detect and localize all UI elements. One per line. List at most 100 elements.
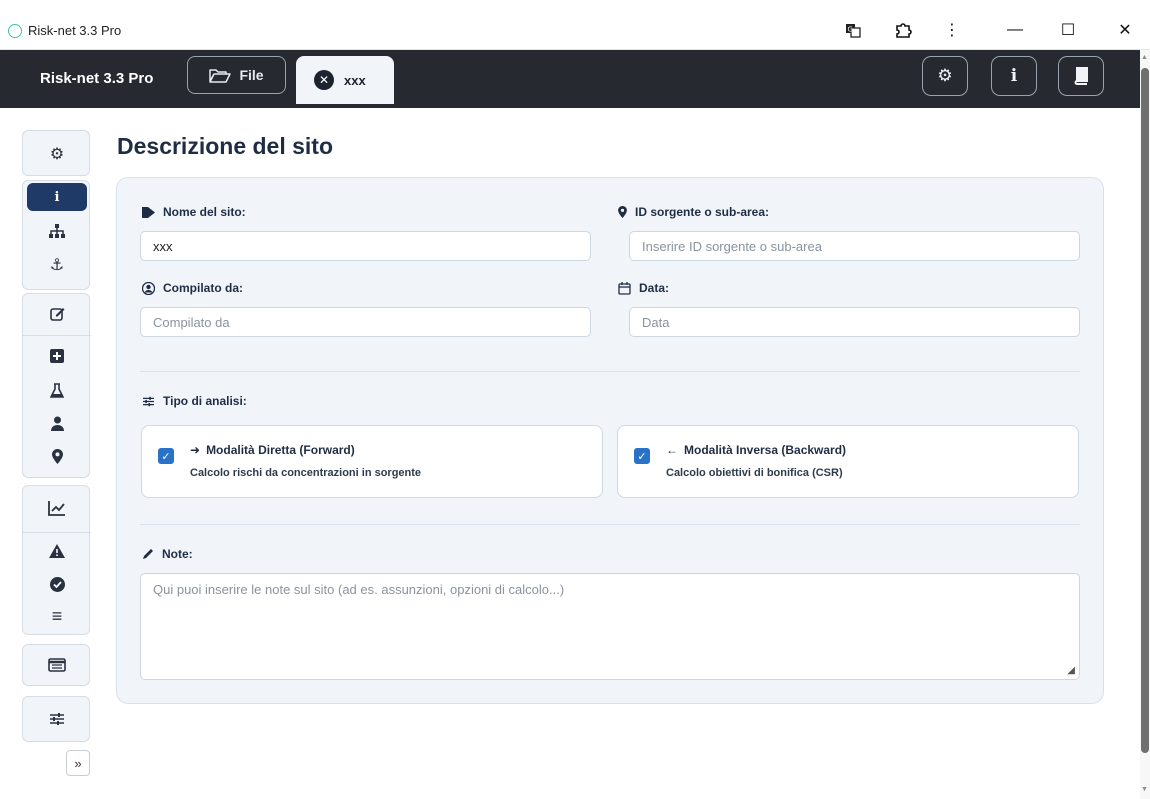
book-icon xyxy=(1074,67,1088,85)
sidebar-item-user[interactable] xyxy=(27,409,87,437)
gear-icon: ⚙ xyxy=(937,66,953,85)
sidebar-item-list[interactable]: ≡ xyxy=(27,602,87,630)
sliders-icon xyxy=(143,396,154,406)
calendar-icon xyxy=(618,281,631,295)
compiled-by-input[interactable]: Compilato da xyxy=(140,307,591,337)
file-button[interactable]: File xyxy=(187,56,286,94)
close-tab-icon[interactable]: ✕ xyxy=(314,70,334,90)
page-title: Descrizione del sito xyxy=(117,133,334,159)
sidebar-group-settings: ⚙ xyxy=(22,130,90,176)
sidebar-item-add[interactable] xyxy=(27,342,87,370)
check-circle-icon xyxy=(49,576,65,592)
sidebar-item-options[interactable] xyxy=(27,705,87,733)
sidebar-group-table xyxy=(22,644,90,686)
info-icon: i xyxy=(1010,66,1018,86)
svg-text:G: G xyxy=(848,26,853,34)
tab-label: xxx xyxy=(344,72,366,88)
arrow-right-icon: ➜ xyxy=(190,443,201,457)
user-circle-icon xyxy=(142,281,155,295)
backward-checkbox[interactable]: ✓ xyxy=(634,448,650,464)
translate-icon[interactable]: G xyxy=(838,16,868,44)
sidebar-group-site: i ⚓ xyxy=(22,180,90,290)
chart-line-icon xyxy=(48,501,65,516)
kebab-menu-icon[interactable]: ⋮ xyxy=(937,16,967,44)
gear-icon: ⚙ xyxy=(49,146,65,163)
window-title: Risk-net 3.3 Pro xyxy=(28,23,122,38)
file-button-label: File xyxy=(239,67,264,83)
sidebar-item-sitemap[interactable] xyxy=(27,217,87,245)
flask-icon xyxy=(50,382,64,398)
brand-title: Risk-net 3.3 Pro xyxy=(40,70,154,87)
warning-icon xyxy=(49,544,65,558)
plus-square-icon xyxy=(50,349,64,363)
compiled-by-label: Compilato da: xyxy=(142,281,243,295)
sliders-icon xyxy=(50,713,64,725)
sidebar-item-anchor[interactable]: ⚓ xyxy=(27,251,87,279)
scroll-up-icon[interactable]: ▲ xyxy=(1141,54,1148,61)
manual-button[interactable] xyxy=(1058,56,1104,96)
site-name-input[interactable]: xxx xyxy=(140,231,591,261)
table-icon xyxy=(48,658,66,672)
notes-placeholder: Qui puoi inserire le note sul sito (ad e… xyxy=(153,582,565,597)
extension-icon[interactable] xyxy=(888,16,918,44)
site-name-label: Nome del sito: xyxy=(142,205,246,219)
sidebar-group-results: ≡ xyxy=(22,485,91,635)
map-marker-icon xyxy=(618,206,627,218)
sidebar-item-check[interactable] xyxy=(27,570,87,598)
resize-handle-icon[interactable]: ◢ xyxy=(1067,665,1075,676)
analysis-type-label-text: Tipo di analisi: xyxy=(163,394,247,408)
app-header: Risk-net 3.3 Pro File ✕ xxx ⚙ i xyxy=(0,50,1140,108)
sidebar-item-warning[interactable] xyxy=(27,537,87,565)
sidebar-item-settings[interactable]: ⚙ xyxy=(27,140,87,168)
arrow-left-icon: ← xyxy=(666,443,678,457)
sidebar-group-options xyxy=(22,696,90,742)
forward-subtitle: Calcolo rischi da concentrazioni in sorg… xyxy=(190,467,422,479)
backward-title-text: Modalità Inversa (Backward) xyxy=(684,443,847,457)
backward-title: ← Modalità Inversa (Backward) xyxy=(666,443,846,457)
settings-button[interactable]: ⚙ xyxy=(922,56,968,96)
forward-checkbox[interactable]: ✓ xyxy=(158,448,174,464)
backward-subtitle: Calcolo obiettivi di bonifica (CSR) xyxy=(666,467,843,479)
pencil-icon xyxy=(143,549,153,559)
sidebar-item-location[interactable] xyxy=(27,442,87,470)
sitemap-icon xyxy=(49,224,65,238)
folder-open-icon xyxy=(209,69,232,83)
compiled-by-label-text: Compilato da: xyxy=(163,281,243,295)
window-titlebar: Risk-net 3.3 Pro G ⋮ — ☐ ✕ xyxy=(0,0,1150,50)
scrollbar-thumb[interactable] xyxy=(1141,68,1149,753)
user-icon xyxy=(50,416,64,431)
forward-mode-option[interactable]: ✓ ➜ Modalità Diretta (Forward) Calcolo r… xyxy=(141,425,603,498)
sidebar-divider xyxy=(23,532,91,533)
sidebar-item-table[interactable] xyxy=(27,651,87,679)
source-id-label-text: ID sorgente o sub-area: xyxy=(635,205,770,219)
bars-icon: ≡ xyxy=(51,605,63,626)
sidebar-item-chart[interactable] xyxy=(27,494,87,522)
section-divider xyxy=(140,524,1080,525)
sidebar-divider xyxy=(23,335,91,336)
date-input[interactable]: Data xyxy=(629,307,1080,337)
backward-mode-option[interactable]: ✓ ← Modalità Inversa (Backward) Calcolo … xyxy=(617,425,1079,498)
info-button[interactable]: i xyxy=(991,56,1037,96)
source-id-input[interactable]: Inserire ID sorgente o sub-area xyxy=(629,231,1080,261)
anchor-icon: ⚓ xyxy=(49,257,65,274)
edit-icon xyxy=(49,307,64,321)
notes-label: Note: xyxy=(142,547,193,561)
close-icon[interactable]: ✕ xyxy=(1110,16,1140,44)
source-id-label: ID sorgente o sub-area: xyxy=(618,205,769,219)
maximize-icon[interactable]: ☐ xyxy=(1053,16,1083,44)
site-name-label-text: Nome del sito: xyxy=(163,205,246,219)
expand-sidebar-button[interactable]: » xyxy=(66,750,90,776)
tag-icon xyxy=(142,206,155,218)
notes-textarea[interactable]: Qui puoi inserire le note sul sito (ad e… xyxy=(140,573,1080,680)
tab-site-xxx[interactable]: ✕ xxx xyxy=(296,56,394,104)
forward-title: ➜ Modalità Diretta (Forward) xyxy=(190,443,355,457)
date-label: Data: xyxy=(618,281,669,295)
analysis-type-label: Tipo di analisi: xyxy=(142,394,247,408)
forward-title-text: Modalità Diretta (Forward) xyxy=(206,443,355,457)
date-label-text: Data: xyxy=(639,281,670,295)
scroll-down-icon[interactable]: ▼ xyxy=(1141,786,1148,793)
minimize-icon[interactable]: — xyxy=(1000,16,1030,44)
sidebar-item-flask[interactable] xyxy=(27,376,87,404)
sidebar-item-edit[interactable] xyxy=(27,299,87,327)
sidebar-item-info[interactable]: i xyxy=(27,183,87,211)
